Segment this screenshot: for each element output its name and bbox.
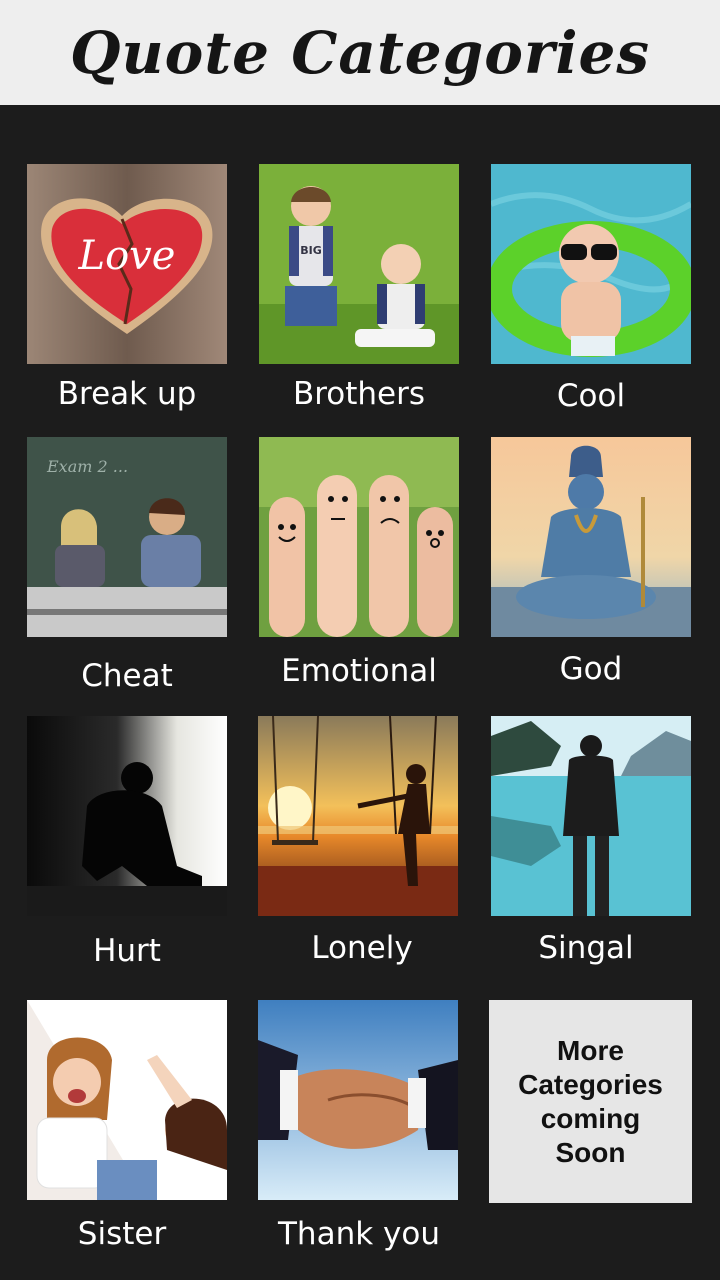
svg-text:Love: Love <box>78 233 176 279</box>
more-line: Categories <box>518 1068 663 1100</box>
finger-faces-image <box>259 437 459 637</box>
category-label[interactable]: Cheat <box>11 656 243 696</box>
category-tile-cool[interactable] <box>491 164 691 364</box>
category-tile-hurt[interactable] <box>27 716 227 916</box>
page-title: Quote Categories <box>69 18 651 87</box>
category-tile-emotional[interactable] <box>259 437 459 637</box>
category-tile-sister[interactable] <box>27 1000 227 1200</box>
category-tile-thank-you[interactable] <box>258 1000 458 1200</box>
category-tile-cheat[interactable]: Exam 2 ... <box>27 437 227 637</box>
category-label[interactable]: Cool <box>475 376 707 416</box>
broken-heart-cookie-image: Love <box>27 164 227 364</box>
category-label[interactable]: Hurt <box>11 931 243 971</box>
handshake-image <box>258 1000 458 1200</box>
category-label[interactable]: Break up <box>11 374 243 414</box>
category-tile-break-up[interactable]: Love <box>27 164 227 364</box>
two-brothers-image: BIG <box>259 164 459 364</box>
category-label[interactable]: Thank you <box>243 1214 475 1254</box>
students-exam-image: Exam 2 ... <box>27 437 227 637</box>
more-line: More <box>557 1034 624 1066</box>
svg-text:Exam 2 ...: Exam 2 ... <box>46 457 128 476</box>
svg-text:BIG: BIG <box>300 244 322 257</box>
sisters-laughing-image <box>27 1000 227 1200</box>
category-tile-singal[interactable] <box>491 716 691 916</box>
category-label[interactable]: Brothers <box>243 374 475 414</box>
baby-sunglasses-image <box>491 164 691 364</box>
category-label[interactable]: Emotional <box>243 651 475 691</box>
category-label[interactable]: God <box>475 649 707 689</box>
sad-silhouette-image <box>27 716 227 916</box>
more-line: coming <box>540 1102 641 1134</box>
swing-sunset-image <box>258 716 458 916</box>
header-bar: Quote Categories <box>0 0 720 105</box>
category-tile-god[interactable] <box>491 437 691 637</box>
more-line: Soon <box>555 1136 626 1168</box>
shiva-statue-image <box>491 437 691 637</box>
category-label[interactable]: Sister <box>6 1214 238 1254</box>
category-label[interactable]: Singal <box>470 928 702 968</box>
category-tile-brothers[interactable]: BIG <box>259 164 459 364</box>
category-label[interactable]: Lonely <box>246 928 478 968</box>
more-categories-tile: More Categories coming Soon <box>489 1000 692 1203</box>
man-lake-image <box>491 716 691 916</box>
category-tile-lonely[interactable] <box>258 716 458 916</box>
